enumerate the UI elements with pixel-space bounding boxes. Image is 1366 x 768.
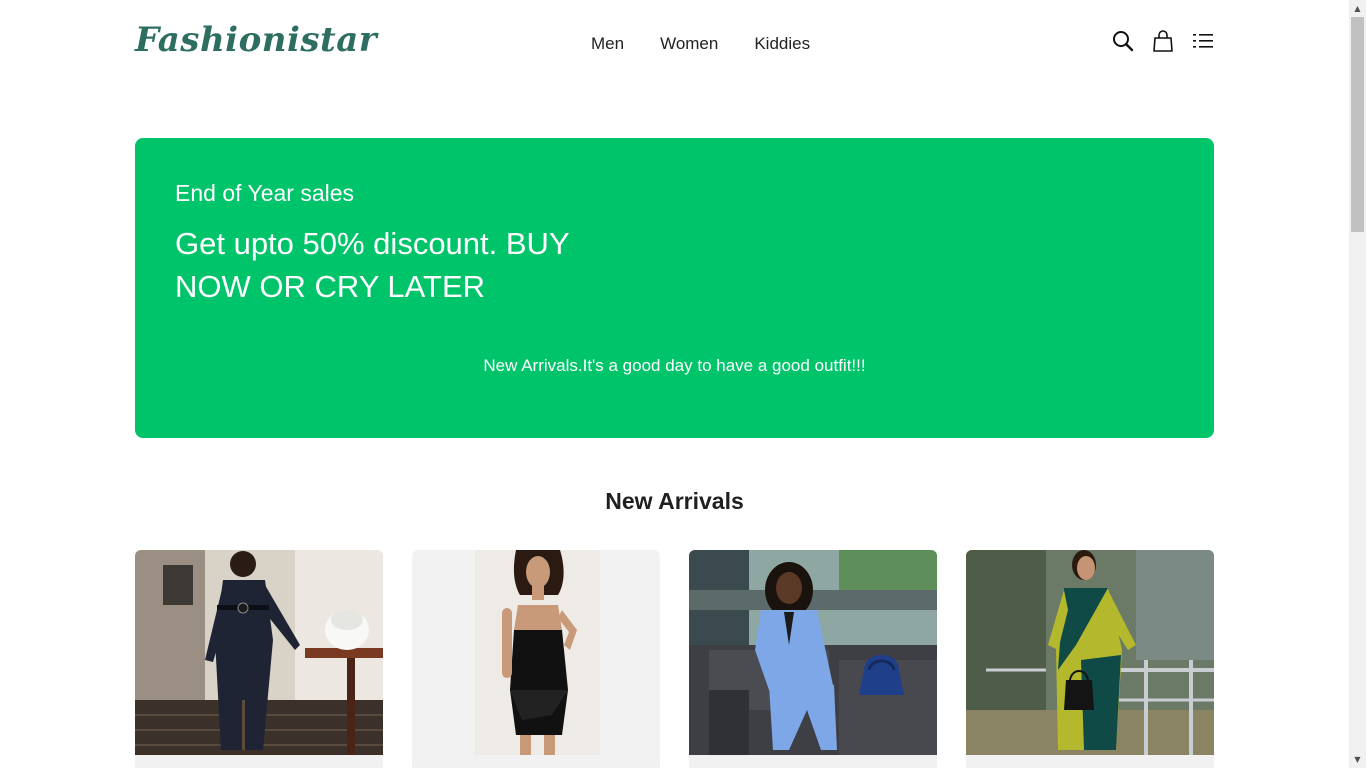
product-image-black-dress: [412, 550, 660, 755]
brand-logo[interactable]: Fashionistar: [135, 20, 377, 60]
nav-item-women[interactable]: Women: [660, 34, 718, 54]
search-icon[interactable]: [1112, 30, 1134, 52]
promo-title: Get upto 50% discount. BUY NOW OR CRY LA…: [175, 226, 570, 304]
product-image-navy-dress: [135, 550, 383, 755]
page-scrollbar[interactable]: ▲ ▼: [1349, 0, 1366, 768]
header-icons: [1112, 30, 1214, 52]
product-image-blue-suit: [689, 550, 937, 755]
promo-banner: End of Year sales Get upto 50% discount.…: [135, 138, 1214, 438]
product-card[interactable]: [689, 550, 937, 768]
menu-list-icon[interactable]: [1192, 30, 1214, 52]
main-nav: Men Women Kiddies: [591, 34, 810, 54]
nav-item-men[interactable]: Men: [591, 34, 624, 54]
scroll-up-arrow-icon[interactable]: ▲: [1349, 0, 1366, 17]
scrollbar-thumb[interactable]: [1351, 17, 1364, 232]
product-card[interactable]: [966, 550, 1214, 768]
product-image-green-dress: [966, 550, 1214, 755]
page: Fashionistar Men Women Kiddies End of Ye…: [0, 0, 1349, 768]
product-card[interactable]: [135, 550, 383, 768]
nav-item-kiddies[interactable]: Kiddies: [754, 34, 810, 54]
new-arrivals-heading: New Arrivals: [605, 488, 744, 514]
site-header: Fashionistar Men Women Kiddies: [135, 0, 1214, 84]
product-card-footer: [412, 755, 660, 768]
product-card-footer: [689, 755, 937, 768]
product-card-footer: [966, 755, 1214, 768]
promo-subtitle: End of Year sales: [175, 180, 355, 206]
product-card-footer: [135, 755, 383, 768]
shopping-bag-icon[interactable]: [1152, 30, 1174, 52]
scroll-down-arrow-icon[interactable]: ▼: [1349, 751, 1366, 768]
product-card[interactable]: [412, 550, 660, 768]
product-grid: [135, 550, 1214, 768]
promo-tagline: New Arrivals.It's a good day to have a g…: [483, 356, 866, 375]
